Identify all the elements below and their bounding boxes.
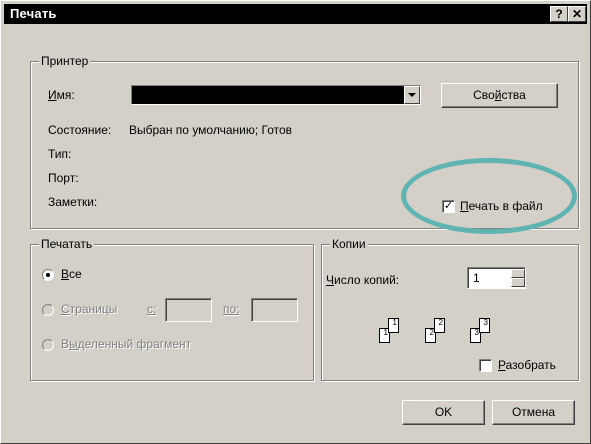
copies-count-label: Число копий: xyxy=(326,273,400,287)
print-all-label[interactable]: Все xyxy=(61,267,82,281)
ok-button[interactable]: OK xyxy=(402,400,485,425)
copies-group-label: Копии xyxy=(330,237,368,251)
type-label: Тип: xyxy=(48,147,72,161)
close-button[interactable]: ✕ xyxy=(568,6,586,22)
cancel-button[interactable]: Отмена xyxy=(492,400,575,425)
checkmark-icon: ✓ xyxy=(443,200,454,212)
printer-name-label: Имя: xyxy=(48,88,75,102)
spin-down-icon[interactable] xyxy=(511,278,525,287)
status-value: Выбран по умолчанию; Готов xyxy=(129,123,293,137)
help-button[interactable]: ? xyxy=(550,6,568,22)
copies-count-value: 1 xyxy=(473,271,480,285)
port-label: Порт: xyxy=(48,171,79,185)
print-selection-label[interactable]: Выделенный фрагмент xyxy=(61,337,191,351)
print-pages-label[interactable]: Страницы xyxy=(61,302,117,316)
spin-up-icon[interactable] xyxy=(511,269,525,278)
from-page-input[interactable] xyxy=(165,298,212,322)
properties-button[interactable]: Свойства xyxy=(441,83,558,108)
print-to-file-label[interactable]: Печать в файл xyxy=(460,199,543,213)
collate-page: 3 xyxy=(479,318,490,333)
copies-count-input[interactable]: 1 xyxy=(467,267,526,289)
collate-page: 2 xyxy=(434,318,445,333)
print-range-group-label: Печатать xyxy=(39,237,95,251)
to-page-input[interactable] xyxy=(251,298,298,322)
collate-label[interactable]: Разобрать xyxy=(498,358,556,372)
print-pages-radio[interactable] xyxy=(42,304,54,316)
from-page-label: с: xyxy=(147,302,157,316)
printer-group-label: Принтер xyxy=(39,54,91,68)
chevron-down-icon[interactable] xyxy=(404,86,420,104)
notes-label: Заметки: xyxy=(48,195,98,209)
window-title: Печать xyxy=(10,6,57,21)
print-all-radio[interactable] xyxy=(42,269,54,281)
title-bar: Печать ? ✕ xyxy=(4,4,587,24)
print-selection-radio[interactable] xyxy=(42,339,54,351)
printer-name-combo[interactable] xyxy=(131,85,421,105)
print-dialog: Печать ? ✕ Принтер Имя: Свойства Состоян… xyxy=(0,0,591,444)
collate-page: 1 xyxy=(388,318,399,333)
print-to-file-checkbox[interactable]: ✓ xyxy=(442,200,455,213)
to-page-label: по: xyxy=(223,302,240,316)
status-label: Состояние: xyxy=(48,123,112,137)
collate-checkbox[interactable] xyxy=(479,359,492,372)
